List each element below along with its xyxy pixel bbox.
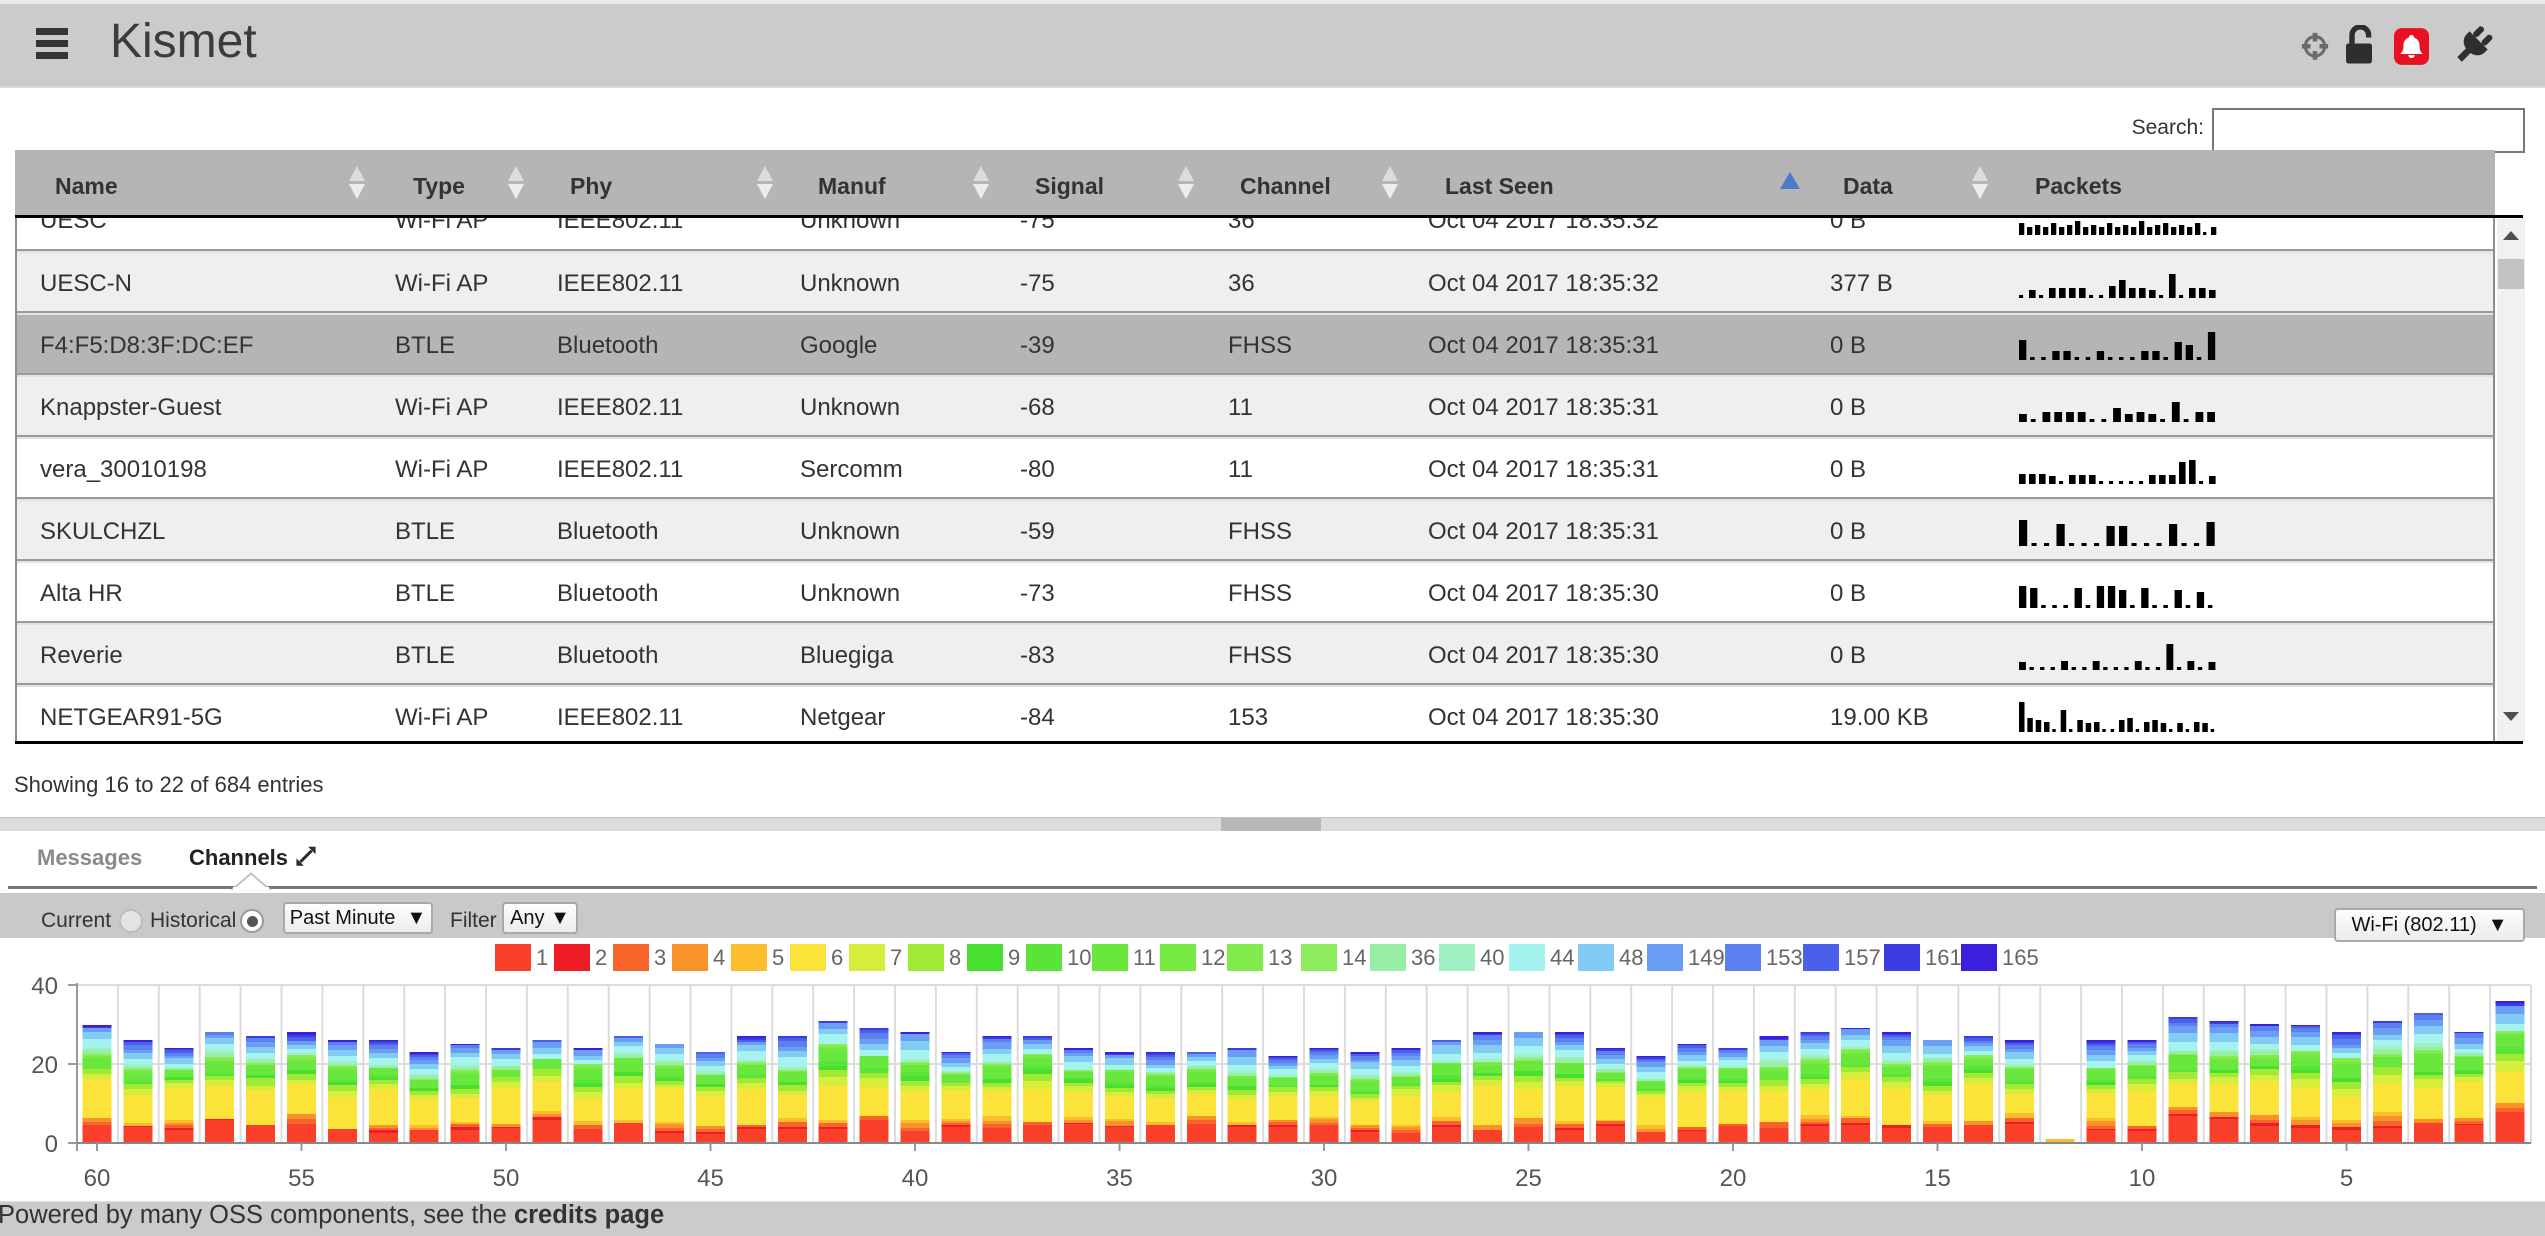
svg-text:20: 20 bbox=[1720, 1165, 1747, 1192]
svg-text:5: 5 bbox=[2340, 1165, 2353, 1192]
svg-text:55: 55 bbox=[288, 1165, 315, 1192]
svg-text:50: 50 bbox=[493, 1165, 520, 1192]
svg-text:15: 15 bbox=[1924, 1165, 1951, 1192]
svg-text:25: 25 bbox=[1515, 1165, 1542, 1192]
svg-text:30: 30 bbox=[1311, 1165, 1338, 1192]
svg-text:45: 45 bbox=[697, 1165, 724, 1192]
svg-text:0: 0 bbox=[45, 1131, 58, 1158]
svg-text:40: 40 bbox=[31, 975, 58, 1000]
svg-text:35: 35 bbox=[1106, 1165, 1133, 1192]
svg-text:20: 20 bbox=[31, 1052, 58, 1079]
svg-text:10: 10 bbox=[2129, 1165, 2156, 1192]
svg-text:40: 40 bbox=[902, 1165, 929, 1192]
svg-text:60: 60 bbox=[84, 1165, 111, 1192]
